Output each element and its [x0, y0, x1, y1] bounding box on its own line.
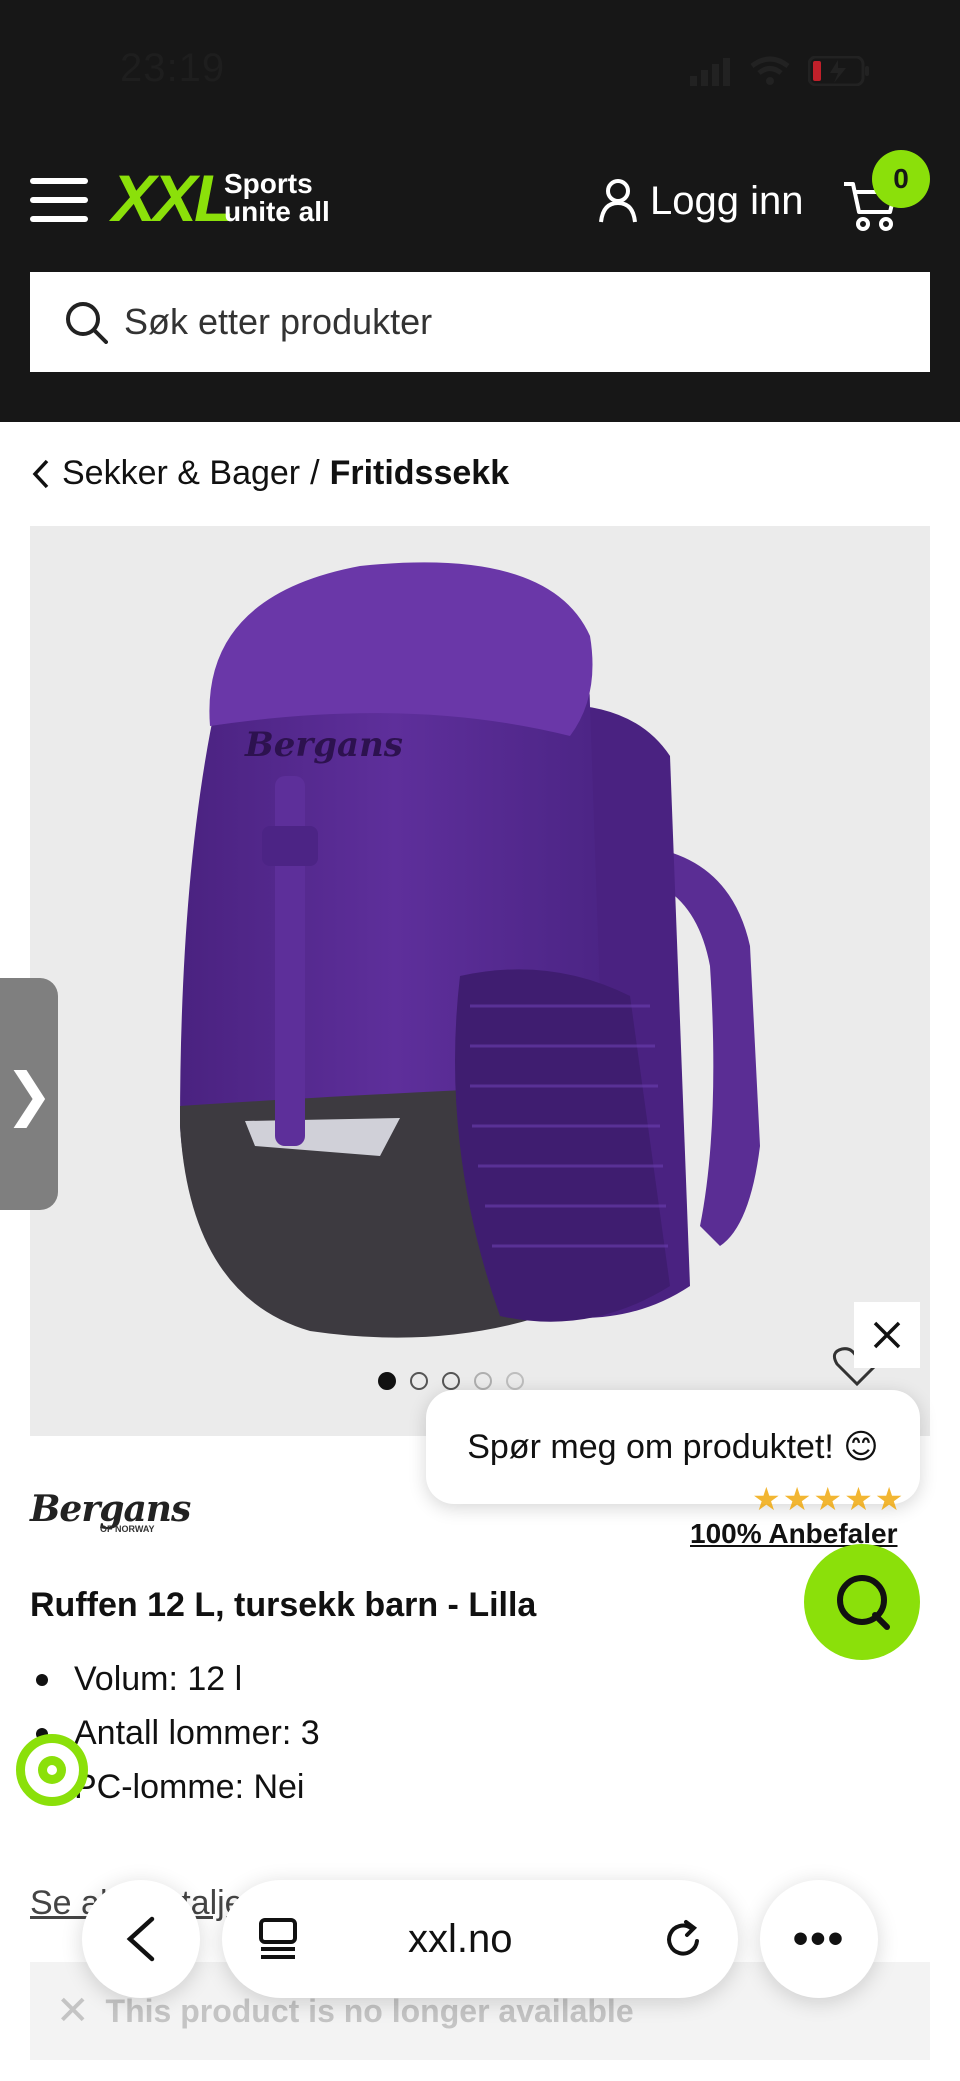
close-chat-prompt-button[interactable] — [854, 1302, 920, 1368]
battery-icon — [808, 56, 869, 86]
chat-button[interactable] — [804, 1544, 920, 1660]
bag-logo-text: Bergans — [244, 725, 403, 765]
browser-back-button[interactable] — [82, 1880, 200, 1998]
carousel-dot[interactable] — [474, 1372, 492, 1390]
eco-icon — [38, 1756, 66, 1784]
backpack-illustration: Bergans — [180, 562, 760, 1338]
close-icon: ✕ — [56, 1989, 90, 2033]
brand-logo-sub: OF NORWAY — [100, 1524, 155, 1534]
side-panel-toggle[interactable]: ❯ — [0, 978, 58, 1210]
search-field[interactable]: Søk etter produkter — [30, 272, 930, 372]
more-options-button[interactable]: ••• — [760, 1880, 878, 1998]
feature-item: Volum: 12 l — [30, 1652, 320, 1706]
rating-stars[interactable]: ★★★★★ — [752, 1480, 905, 1518]
eco-badge[interactable] — [16, 1734, 88, 1806]
tagline-line1: Sports — [224, 168, 313, 199]
back-icon — [126, 1916, 155, 1962]
status-time: 23:19 — [120, 46, 226, 90]
search-placeholder: Søk etter produkter — [124, 301, 433, 342]
breadcrumb-separator: / — [310, 454, 320, 492]
status-icons — [690, 56, 870, 86]
login-label: Logg inn — [650, 178, 804, 223]
breadcrumb-current: Fritidssekk — [329, 454, 510, 492]
carousel-dot[interactable] — [442, 1372, 460, 1390]
wifi-icon — [750, 56, 790, 85]
close-icon — [873, 1321, 901, 1349]
unavailable-text: This product is no longer available — [105, 1992, 634, 2029]
product-title: Ruffen 12 L, tursekk barn - Lilla — [30, 1586, 537, 1624]
more-icon: ••• — [792, 1914, 846, 1963]
browser-address-bar[interactable]: xxl.no — [222, 1880, 738, 1998]
carousel-dot[interactable] — [506, 1372, 524, 1390]
tagline-line2: unite all — [224, 196, 330, 227]
chevron-left-icon[interactable] — [30, 458, 52, 490]
tabs-icon[interactable] — [258, 1917, 298, 1961]
breadcrumb-parent[interactable]: Sekker & Bager — [62, 454, 300, 493]
carousel-dot[interactable] — [378, 1372, 396, 1390]
menu-button[interactable] — [30, 178, 88, 222]
product-image[interactable]: Bergans — [30, 526, 930, 1436]
login-button[interactable]: Logg inn — [598, 176, 803, 226]
logo[interactable]: XXL — [112, 160, 234, 236]
image-carousel-dots — [378, 1372, 524, 1390]
reload-icon[interactable] — [664, 1919, 704, 1959]
logo-tagline: Sports unite all — [224, 170, 330, 226]
person-icon — [599, 179, 637, 223]
carousel-dot[interactable] — [410, 1372, 428, 1390]
breadcrumb: Sekker & Bager / Fritidssekk — [30, 454, 509, 493]
url-text: xxl.no — [408, 1916, 513, 1961]
cart-count-badge: 0 — [872, 150, 930, 208]
chat-icon — [837, 1575, 890, 1630]
signal-icon — [690, 58, 730, 86]
search-icon — [66, 302, 108, 344]
